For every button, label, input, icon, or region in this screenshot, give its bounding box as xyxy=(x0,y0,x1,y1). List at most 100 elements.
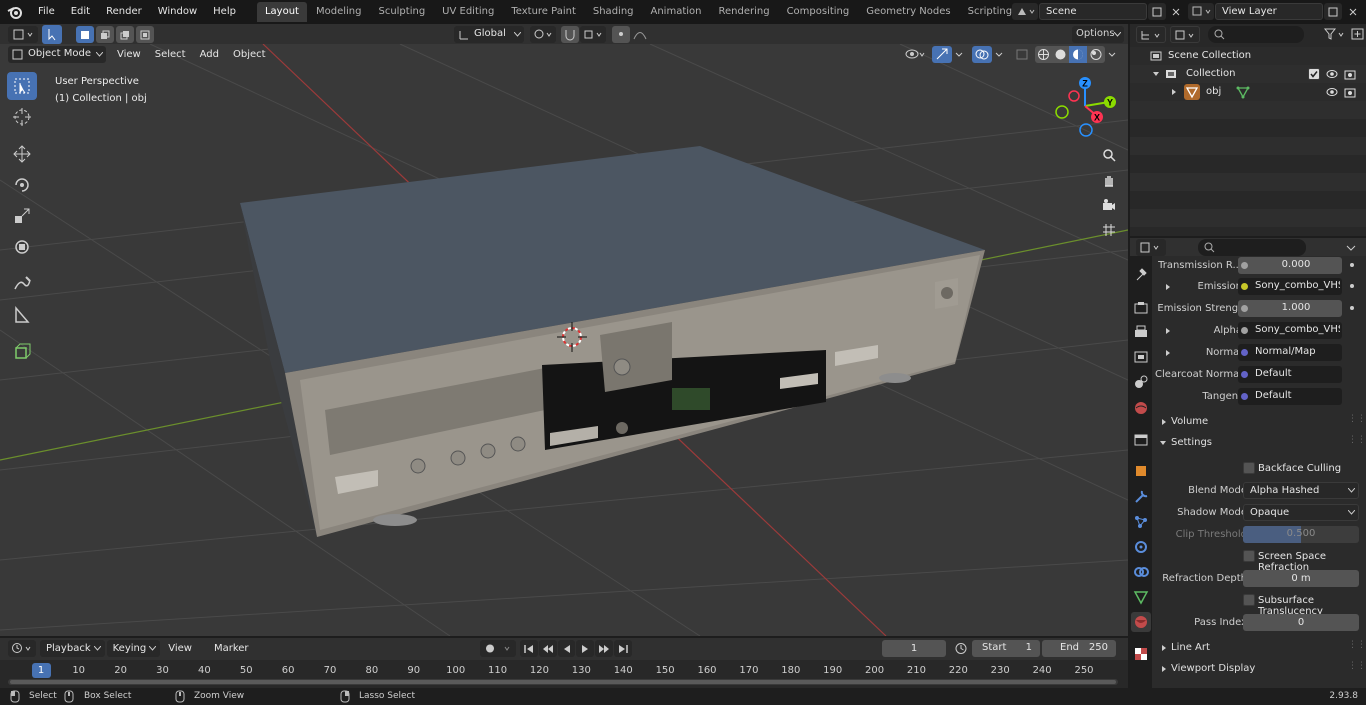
tab-layout[interactable]: Layout xyxy=(256,2,307,22)
volume-panel-header[interactable]: Volume ⋮⋮ xyxy=(1152,412,1366,432)
start-frame-field[interactable]: Start 1 xyxy=(972,640,1040,657)
menu-edit[interactable]: Edit xyxy=(63,2,98,22)
overlay-dropdown-icon[interactable] xyxy=(992,46,1006,63)
filter-icon[interactable] xyxy=(1322,26,1348,43)
shadow-mode-dropdown[interactable]: Opaque xyxy=(1243,504,1359,521)
pan-view-icon[interactable] xyxy=(1098,167,1120,192)
new-view-layer-icon[interactable] xyxy=(1324,3,1342,20)
menu-help[interactable]: Help xyxy=(205,2,244,22)
jump-end-icon[interactable] xyxy=(614,640,632,657)
object-row[interactable]: obj xyxy=(1130,83,1366,101)
scale-tool-icon[interactable] xyxy=(7,202,37,230)
play-reverse-icon[interactable] xyxy=(557,640,576,657)
scene-tab-icon[interactable] xyxy=(1133,374,1149,393)
viewport-display-panel-header[interactable]: Viewport Display ⋮⋮ xyxy=(1152,659,1366,679)
tab-uv-editing[interactable]: UV Editing xyxy=(434,2,502,22)
zoom-view-icon[interactable] xyxy=(1098,142,1120,167)
tab-shading[interactable]: Shading xyxy=(585,2,642,22)
select-tool-icon[interactable] xyxy=(42,25,62,44)
material-input-field[interactable]: Default xyxy=(1238,388,1342,405)
object-visibility-icon[interactable] xyxy=(1326,86,1338,98)
viewport-menu-add[interactable]: Add xyxy=(193,46,226,63)
ssr-checkbox[interactable] xyxy=(1243,550,1255,562)
preview-range-icon[interactable] xyxy=(952,640,970,657)
timeline-menu-view[interactable]: View xyxy=(162,640,206,657)
physics-tab-icon[interactable] xyxy=(1133,539,1149,558)
jump-start-icon[interactable] xyxy=(520,640,538,657)
mesh-data-icon[interactable] xyxy=(1236,85,1250,99)
backface-culling-label[interactable]: Backface Culling xyxy=(1258,463,1341,474)
display-mode-icon[interactable] xyxy=(1170,26,1200,43)
timeline-menu-keying[interactable]: Keying xyxy=(106,640,161,657)
properties-editor-type-icon[interactable] xyxy=(1136,239,1166,256)
collection-tab-icon[interactable] xyxy=(1133,432,1149,451)
pivot-point-icon[interactable] xyxy=(530,26,556,43)
keyframe-dot-icon[interactable] xyxy=(1350,263,1354,267)
menu-window[interactable]: Window xyxy=(150,2,205,22)
shading-dropdown-icon[interactable] xyxy=(1105,46,1119,63)
tab-rendering[interactable]: Rendering xyxy=(710,2,777,22)
object-tab-icon[interactable] xyxy=(1133,463,1149,482)
backface-culling-checkbox[interactable] xyxy=(1243,462,1255,474)
select-extend-icon[interactable] xyxy=(96,26,114,43)
auto-keying-icon[interactable] xyxy=(480,640,516,657)
line-art-panel-header[interactable]: Line Art ⋮⋮ xyxy=(1152,638,1366,658)
material-input-field[interactable]: Normal/Map xyxy=(1238,344,1342,361)
tool-settings-tab-icon[interactable] xyxy=(1133,266,1149,285)
tab-sculpting[interactable]: Sculpting xyxy=(370,2,433,22)
transform-orientation-dropdown[interactable]: Global xyxy=(454,26,524,43)
options-dropdown[interactable]: Options xyxy=(1072,26,1124,43)
material-input-field[interactable]: 0.000 xyxy=(1238,257,1342,274)
cursor-tool-icon[interactable] xyxy=(7,103,37,131)
constraints-tab-icon[interactable] xyxy=(1133,564,1149,583)
particles-tab-icon[interactable] xyxy=(1133,514,1149,533)
collection-include-checkbox[interactable] xyxy=(1308,68,1320,80)
tab-scripting[interactable]: Scripting xyxy=(960,2,1020,22)
collection-visibility-icon[interactable] xyxy=(1326,68,1338,80)
menu-file[interactable]: File xyxy=(30,2,63,22)
tab-compositing[interactable]: Compositing xyxy=(779,2,858,22)
select-box-tool-icon[interactable] xyxy=(7,72,37,100)
next-keyframe-icon[interactable] xyxy=(595,640,614,657)
overlay-toggle-icon[interactable] xyxy=(972,46,992,63)
ortho-toggle-icon[interactable] xyxy=(1098,217,1120,242)
texture-tab-icon[interactable] xyxy=(1133,646,1149,665)
new-scene-icon[interactable] xyxy=(1148,3,1166,20)
drag-handle-icon[interactable]: ⋮⋮ xyxy=(1348,435,1366,445)
select-invert-icon[interactable] xyxy=(136,26,154,43)
expand-arrow-icon[interactable] xyxy=(1164,327,1172,335)
solid-shading-icon[interactable] xyxy=(1052,46,1069,63)
remove-view-layer-icon[interactable] xyxy=(1344,3,1362,20)
select-new-icon[interactable] xyxy=(76,26,94,43)
material-input-field[interactable]: Sony_combo_VHS_p... xyxy=(1238,322,1342,339)
select-subtract-icon[interactable] xyxy=(116,26,134,43)
tab-modeling[interactable]: Modeling xyxy=(308,2,370,22)
keyframe-dot-icon[interactable] xyxy=(1350,284,1354,288)
settings-panel-header[interactable]: Settings ⋮⋮ xyxy=(1152,433,1366,453)
scene-collection-row[interactable]: Scene Collection xyxy=(1130,47,1366,65)
drag-handle-icon[interactable]: ⋮⋮ xyxy=(1348,640,1366,650)
annotate-tool-icon[interactable] xyxy=(7,270,37,298)
play-icon[interactable] xyxy=(576,640,595,657)
subsurface-checkbox[interactable] xyxy=(1243,594,1255,606)
output-tab-icon[interactable] xyxy=(1133,324,1149,343)
xray-toggle-icon[interactable] xyxy=(1013,46,1031,63)
timeline-menu-marker[interactable]: Marker xyxy=(208,640,263,657)
editor-type-icon[interactable] xyxy=(8,26,38,43)
collection-row[interactable]: Collection xyxy=(1130,65,1366,83)
timeline-scrollbar[interactable] xyxy=(8,679,1118,685)
move-tool-icon[interactable] xyxy=(7,140,37,168)
world-tab-icon[interactable] xyxy=(1133,400,1149,419)
drag-handle-icon[interactable]: ⋮⋮ xyxy=(1348,661,1366,671)
viewport-menu-select[interactable]: Select xyxy=(148,46,193,63)
scene-name-field[interactable]: Scene xyxy=(1039,3,1147,20)
falloff-icon[interactable] xyxy=(631,26,657,43)
rendered-shading-icon[interactable] xyxy=(1087,46,1105,63)
keyframe-dot-icon[interactable] xyxy=(1350,306,1354,310)
refraction-depth-field[interactable]: 0 m xyxy=(1243,570,1359,587)
drag-handle-icon[interactable]: ⋮⋮ xyxy=(1348,414,1366,424)
remove-scene-icon[interactable] xyxy=(1167,3,1185,20)
timeline-editor-type-icon[interactable] xyxy=(8,640,36,657)
outliner-search-input[interactable] xyxy=(1208,26,1304,43)
properties-search-input[interactable] xyxy=(1198,239,1306,256)
